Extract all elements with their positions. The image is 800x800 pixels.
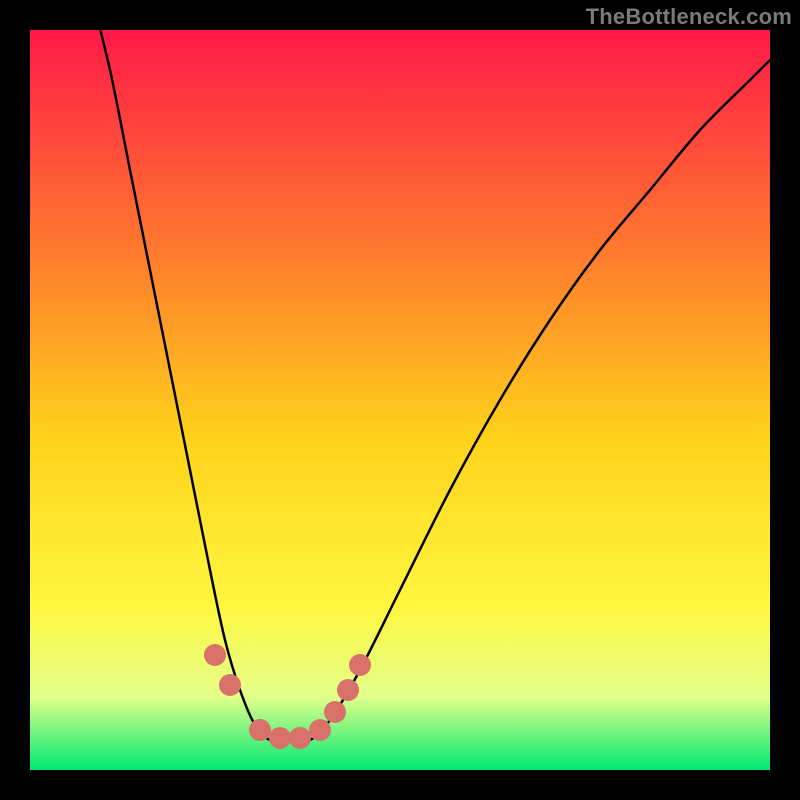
data-marker — [269, 727, 291, 749]
data-marker — [249, 719, 271, 741]
data-marker — [289, 727, 311, 749]
data-marker — [204, 644, 226, 666]
chart-canvas — [30, 30, 770, 770]
data-marker — [324, 701, 346, 723]
data-marker — [309, 719, 331, 741]
watermark-label: TheBottleneck.com — [586, 4, 792, 30]
gradient-background — [30, 30, 770, 770]
data-marker — [219, 674, 241, 696]
chart-frame: TheBottleneck.com — [0, 0, 800, 800]
data-marker — [349, 654, 371, 676]
data-marker — [337, 679, 359, 701]
plot-area — [30, 30, 770, 770]
